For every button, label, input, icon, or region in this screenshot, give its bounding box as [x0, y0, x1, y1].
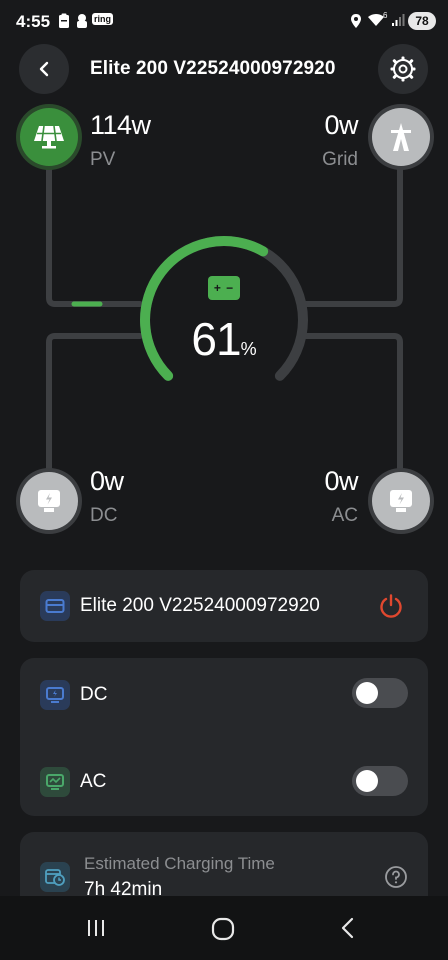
ac-output-icon [40, 767, 70, 797]
home-icon [211, 917, 235, 941]
ac-toggle[interactable] [352, 766, 408, 796]
ac-node[interactable] [372, 472, 430, 530]
power-button[interactable] [378, 593, 404, 619]
recent-apps-button[interactable] [84, 916, 108, 940]
dc-watts: 0w [90, 466, 124, 496]
dc-output-icon [38, 490, 60, 512]
battery-percent-value: 61 [191, 313, 241, 365]
grid-label: Grid [322, 149, 358, 170]
pv-node[interactable] [20, 108, 78, 166]
dc-node[interactable] [20, 472, 78, 530]
help-icon [385, 866, 407, 888]
pv-watts: 114w [90, 110, 151, 140]
help-button[interactable] [384, 865, 408, 889]
device-icon [40, 591, 70, 621]
ac-toggle-knob [356, 770, 378, 792]
recent-apps-icon [88, 920, 104, 936]
battery-percent-symbol: % [240, 339, 257, 359]
power-icon [380, 594, 402, 618]
battery-percent: 61% [0, 312, 448, 366]
pv-label: PV [90, 149, 116, 170]
ac-output-label: AC [80, 771, 107, 792]
back-nav-button[interactable] [338, 916, 358, 940]
ac-output-icon [390, 490, 412, 512]
dc-output-label: DC [80, 684, 108, 705]
outputs-card: DC AC [20, 658, 428, 816]
battery-icon-terminals: + − [213, 281, 235, 295]
solar-panel-icon [34, 125, 64, 149]
pv-flow-line [46, 165, 143, 307]
dc-toggle[interactable] [352, 678, 408, 708]
dc-label: DC [90, 505, 118, 526]
dc-output-icon [40, 680, 70, 710]
grid-node[interactable] [372, 108, 430, 166]
system-nav-bar [0, 896, 448, 960]
back-arrow-icon [341, 917, 354, 939]
grid-flow-line [302, 165, 403, 307]
ac-watts: 0w [324, 466, 358, 496]
grid-watts: 0w [324, 110, 358, 140]
transmission-tower-icon [391, 123, 411, 151]
device-name: Elite 200 V22524000972920 [80, 595, 320, 616]
ac-label: AC [331, 505, 358, 526]
charging-time-label: Estimated Charging Time [84, 854, 275, 873]
home-button[interactable] [210, 916, 236, 942]
dc-toggle-knob [356, 682, 378, 704]
battery-icon: + − [208, 276, 240, 300]
device-card[interactable]: Elite 200 V22524000972920 [20, 570, 428, 642]
calendar-clock-icon [40, 862, 70, 892]
